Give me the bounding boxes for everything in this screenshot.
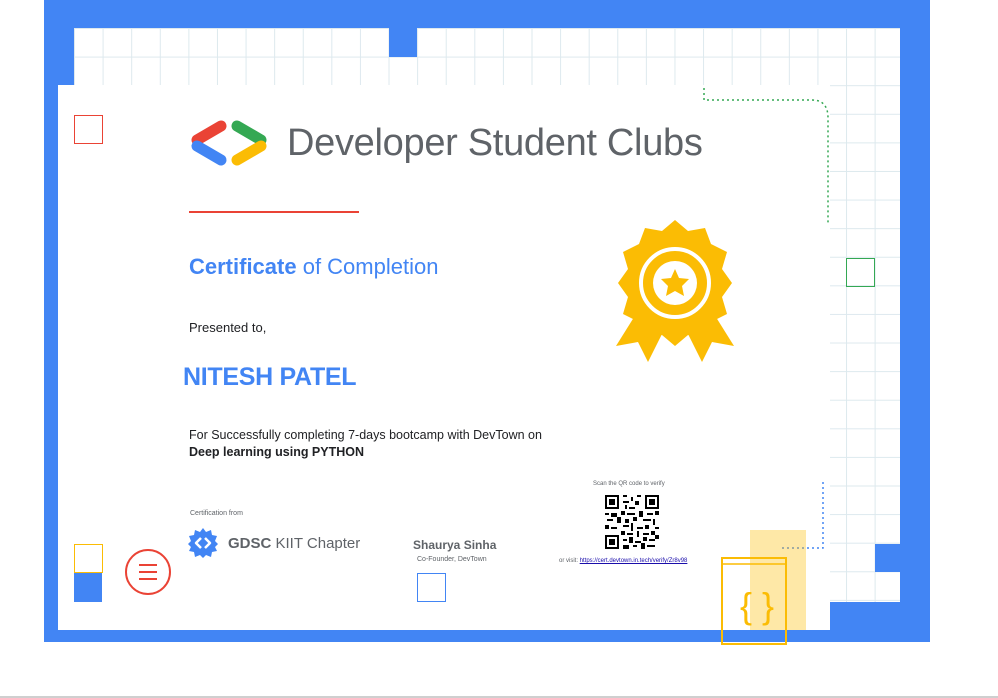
verify-link[interactable]: https://cert.devtown.in.tech/verify/Zr8v… [580, 558, 688, 564]
frame-notch-top [389, 28, 417, 57]
certification-from-label: Certification from [190, 510, 243, 517]
deco-red-square [74, 115, 103, 144]
scan-qr-label: Scan the QR code to verify [593, 481, 665, 487]
verify-url-line: or visit: https://cert.devtown.in.tech/v… [559, 558, 687, 564]
qr-code[interactable] [605, 495, 659, 549]
certificate-title-bold: Certificate [189, 254, 297, 279]
deco-blue-square [417, 573, 446, 602]
description-text: For Successfully completing 7-days bootc… [189, 428, 542, 442]
signatory-name: Shaurya Sinha [413, 538, 497, 552]
recipient-name: NITESH PATEL [183, 363, 357, 391]
deco-green-square [846, 258, 875, 287]
hamburger-menu-icon[interactable] [124, 548, 172, 596]
presented-to-label: Presented to, [189, 320, 267, 335]
certificate-title: Certificate of Completion [189, 254, 438, 280]
dsc-chevrons-logo-icon [191, 120, 267, 166]
svg-text:{: { [740, 585, 752, 626]
deco-yellow-square [74, 544, 103, 573]
award-ribbon-star-icon [616, 220, 734, 362]
frame-notch-bottom-left [74, 572, 102, 602]
certificate-description: For Successfully completing 7-days bootc… [189, 427, 542, 461]
frame-notch-right [875, 544, 904, 572]
gdsc-gear-icon [188, 528, 218, 558]
svg-text:}: } [762, 585, 774, 626]
certificate-title-rest: of Completion [296, 254, 439, 279]
course-name: Deep learning using PYTHON [189, 445, 365, 459]
visit-prefix: or visit: [559, 558, 580, 564]
deco-green-dotted-line [703, 88, 829, 224]
title-divider [189, 211, 359, 213]
dsc-logo-row: Developer Student Clubs [187, 118, 703, 168]
brand-name: Developer Student Clubs [287, 121, 703, 164]
signatory-role: Co-Founder, DevTown [417, 556, 487, 563]
chapter-name-rest: KIIT Chapter [271, 534, 361, 552]
gdsc-chapter: GDSC KIIT Chapter [187, 527, 360, 559]
chapter-name: GDSC KIIT Chapter [228, 535, 360, 552]
curly-braces-icon: { } [721, 530, 806, 645]
chapter-name-bold: GDSC [228, 534, 272, 552]
